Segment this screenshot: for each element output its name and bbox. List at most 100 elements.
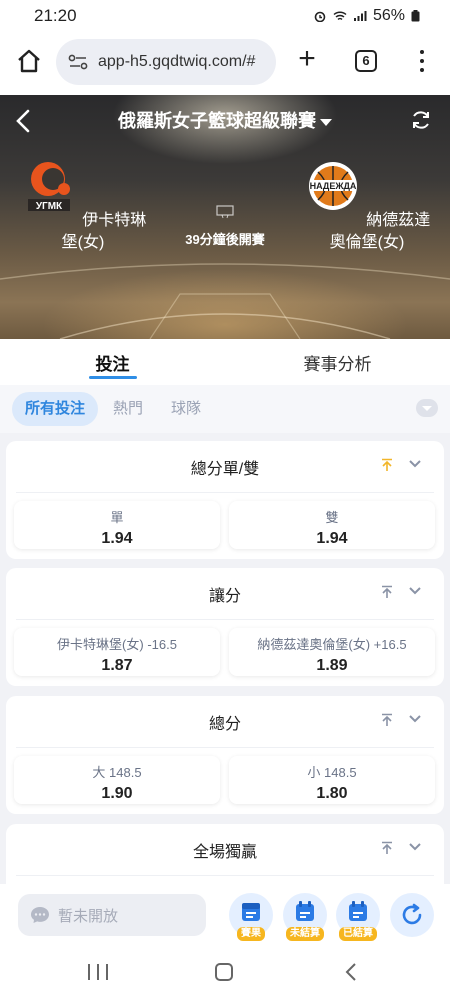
back-icon[interactable] [344, 963, 358, 981]
status-bar: 21:20 56% [0, 0, 450, 32]
dropdown-caret-icon [320, 118, 332, 126]
market-card: 總分單/雙 單 1.94 雙 1.94 [6, 441, 444, 559]
hoop-icon [216, 205, 234, 219]
odds-button[interactable]: 伊卡特琳堡(女) -16.5 1.87 [14, 628, 220, 676]
wifi-icon [333, 11, 347, 21]
market-card: 讓分 伊卡特琳堡(女) -16.5 1.87 納德茲達奧倫堡(女) +16.5 … [6, 568, 444, 686]
browser-menu-icon[interactable] [414, 47, 430, 75]
odds-button[interactable]: 單 1.94 [14, 501, 220, 549]
pin-to-top-icon[interactable] [380, 585, 394, 599]
pin-to-top-icon[interactable] [380, 458, 394, 472]
chevron-down-icon[interactable] [408, 586, 422, 596]
svg-text:УГМК: УГМК [36, 201, 63, 212]
odds-button[interactable]: 雙 1.94 [229, 501, 435, 549]
results-icon [242, 903, 260, 921]
home-button-icon[interactable] [215, 963, 233, 981]
unsettled-label: 未結算 [286, 927, 324, 941]
market-title: 全場獨贏 [192, 844, 257, 861]
results-button[interactable]: 賽果 [229, 893, 273, 941]
chevron-down-icon[interactable] [408, 459, 422, 469]
tab-betting[interactable]: 投注 [0, 339, 225, 385]
odds-value: 1.94 [316, 530, 348, 547]
away-team-logo: НАДЕЖДА [308, 162, 357, 210]
odds-label: 大 148.5 [92, 765, 142, 780]
home-team: УГМК 伊卡特琳堡(女) [18, 159, 148, 254]
league-name[interactable]: 俄羅斯女子籃球超級聯賽 [118, 111, 316, 131]
browser-toolbar: app-h5.gqdtwiq.com/# + 6 [0, 32, 450, 95]
market-header[interactable]: 讓分 [6, 568, 444, 614]
filter-all-bets[interactable]: 所有投注 [12, 392, 99, 426]
market-card: 總分 大 148.5 1.90 小 148.5 1.80 [6, 696, 444, 814]
chat-bubble-icon [31, 907, 49, 923]
market-title: 總分單/雙 [190, 461, 260, 478]
chat-placeholder: 暫未開放 [58, 907, 119, 925]
league-selector[interactable]: 俄羅斯女子籃球超級聯賽 [0, 107, 450, 133]
refresh-icon[interactable] [410, 109, 432, 131]
tab-match-analysis[interactable]: 賽事分析 [225, 339, 450, 385]
match-header: 俄羅斯女子籃球超級聯賽 УГМК 伊卡特琳堡(女) 39分鐘後開賽 НАДЕЖД… [0, 95, 450, 339]
odds-label: 雙 [325, 510, 339, 525]
alarm-icon [314, 11, 326, 22]
market-title: 讓分 [208, 588, 241, 605]
bet-filter-bar: 所有投注 熱門 球隊 [0, 385, 450, 433]
filter-team[interactable]: 球隊 [158, 392, 214, 426]
odds-label: 伊卡特琳堡(女) -16.5 [57, 637, 177, 652]
odds-value: 1.89 [316, 657, 348, 674]
market-title: 總分 [208, 716, 241, 733]
odds-button[interactable]: 納德茲達奧倫堡(女) +16.5 1.89 [229, 628, 435, 676]
kickoff-info: 39分鐘後開賽 [170, 205, 280, 248]
chevron-down-icon[interactable] [408, 714, 422, 724]
refresh-odds-button[interactable] [390, 893, 434, 937]
settled-label: 已結算 [339, 927, 377, 941]
odds-value: 1.87 [101, 657, 133, 674]
odds-value: 1.90 [101, 785, 133, 802]
market-header[interactable]: 總分 [6, 696, 444, 742]
away-team-name: 納德茲達奧倫堡(女) [329, 212, 431, 251]
tab-switcher-button[interactable]: 6 [355, 50, 377, 72]
status-time: 21:20 [34, 6, 77, 25]
market-header[interactable]: 全場獨贏 [6, 824, 444, 870]
battery-icon [411, 10, 420, 22]
odds-label: 納德茲達奧倫堡(女) +16.5 [257, 637, 407, 652]
url-text[interactable]: app-h5.gqdtwiq.com/# [98, 53, 255, 71]
expand-filters-icon[interactable] [416, 399, 438, 417]
odds-button[interactable]: 大 148.5 1.90 [14, 756, 220, 804]
results-label: 賽果 [237, 927, 265, 941]
calendar-icon [349, 901, 367, 921]
home-icon[interactable] [14, 46, 44, 76]
chat-input[interactable]: 暫未開放 [18, 894, 206, 936]
away-team: НАДЕЖДА 納德茲達奧倫堡(女) [302, 159, 432, 254]
main-tabs: 投注 賽事分析 [0, 339, 450, 385]
home-team-logo: УГМК [27, 162, 70, 212]
divider [16, 619, 434, 620]
home-team-name: 伊卡特琳堡(女) [61, 212, 147, 251]
divider [16, 492, 434, 493]
pin-to-top-icon[interactable] [380, 713, 394, 727]
signal-icon [353, 11, 367, 21]
odds-value: 1.80 [316, 785, 348, 802]
recent-apps-icon[interactable] [88, 964, 108, 980]
odds-value: 1.94 [101, 530, 133, 547]
odds-button[interactable]: 小 148.5 1.80 [229, 756, 435, 804]
chevron-down-icon[interactable] [408, 842, 422, 852]
kickoff-label: 分鐘後開賽 [199, 232, 265, 247]
divider [16, 747, 434, 748]
new-tab-button[interactable]: + [292, 44, 322, 75]
calendar-icon [296, 901, 314, 921]
pin-to-top-icon[interactable] [380, 841, 394, 855]
battery-percent: 56% [372, 7, 405, 24]
settled-button[interactable]: 已結算 [336, 893, 380, 941]
market-header[interactable]: 總分單/雙 [6, 441, 444, 487]
divider [16, 875, 434, 876]
status-icons: 56% [313, 7, 420, 25]
court-floor [0, 263, 450, 339]
filter-popular[interactable]: 熱門 [100, 392, 156, 426]
svg-text:НАДЕЖДА: НАДЕЖДА [309, 181, 356, 191]
refresh-icon [402, 903, 422, 925]
site-settings-icon[interactable] [68, 54, 88, 70]
address-bar[interactable]: app-h5.gqdtwiq.com/# [56, 39, 276, 85]
odds-label: 小 148.5 [307, 765, 357, 780]
bottom-action-bar: 暫未開放 賽果 未結算 已結算 [0, 884, 450, 946]
unsettled-button[interactable]: 未結算 [283, 893, 327, 941]
system-navigation-bar [0, 946, 450, 1000]
